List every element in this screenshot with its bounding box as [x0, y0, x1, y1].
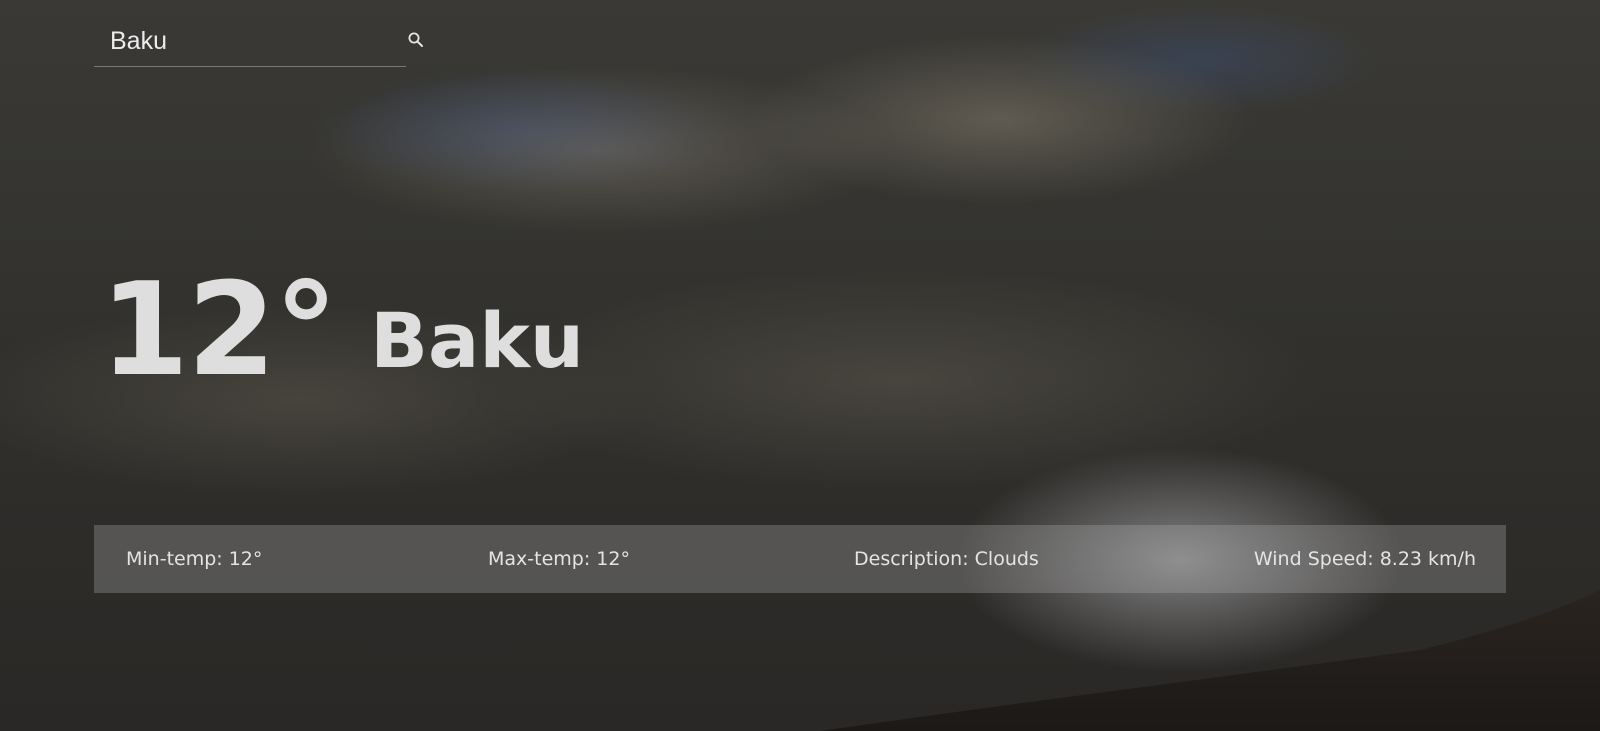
- min-temp: Min-temp: 12°: [126, 548, 263, 570]
- weather-details-bar: Min-temp: 12° Max-temp: 12° Description:…: [94, 525, 1506, 593]
- search-bar: [94, 20, 423, 67]
- weather-description: Description: Clouds: [854, 548, 1039, 570]
- wind-speed: Wind Speed: 8.23 km/h: [1253, 548, 1476, 570]
- city-name: Baku: [370, 296, 584, 385]
- search-icon[interactable]: [407, 31, 425, 49]
- current-weather: 12° Baku: [100, 255, 584, 395]
- max-temp: Max-temp: 12°: [488, 548, 630, 570]
- search-input[interactable]: [108, 24, 372, 58]
- current-temperature: 12°: [100, 256, 338, 405]
